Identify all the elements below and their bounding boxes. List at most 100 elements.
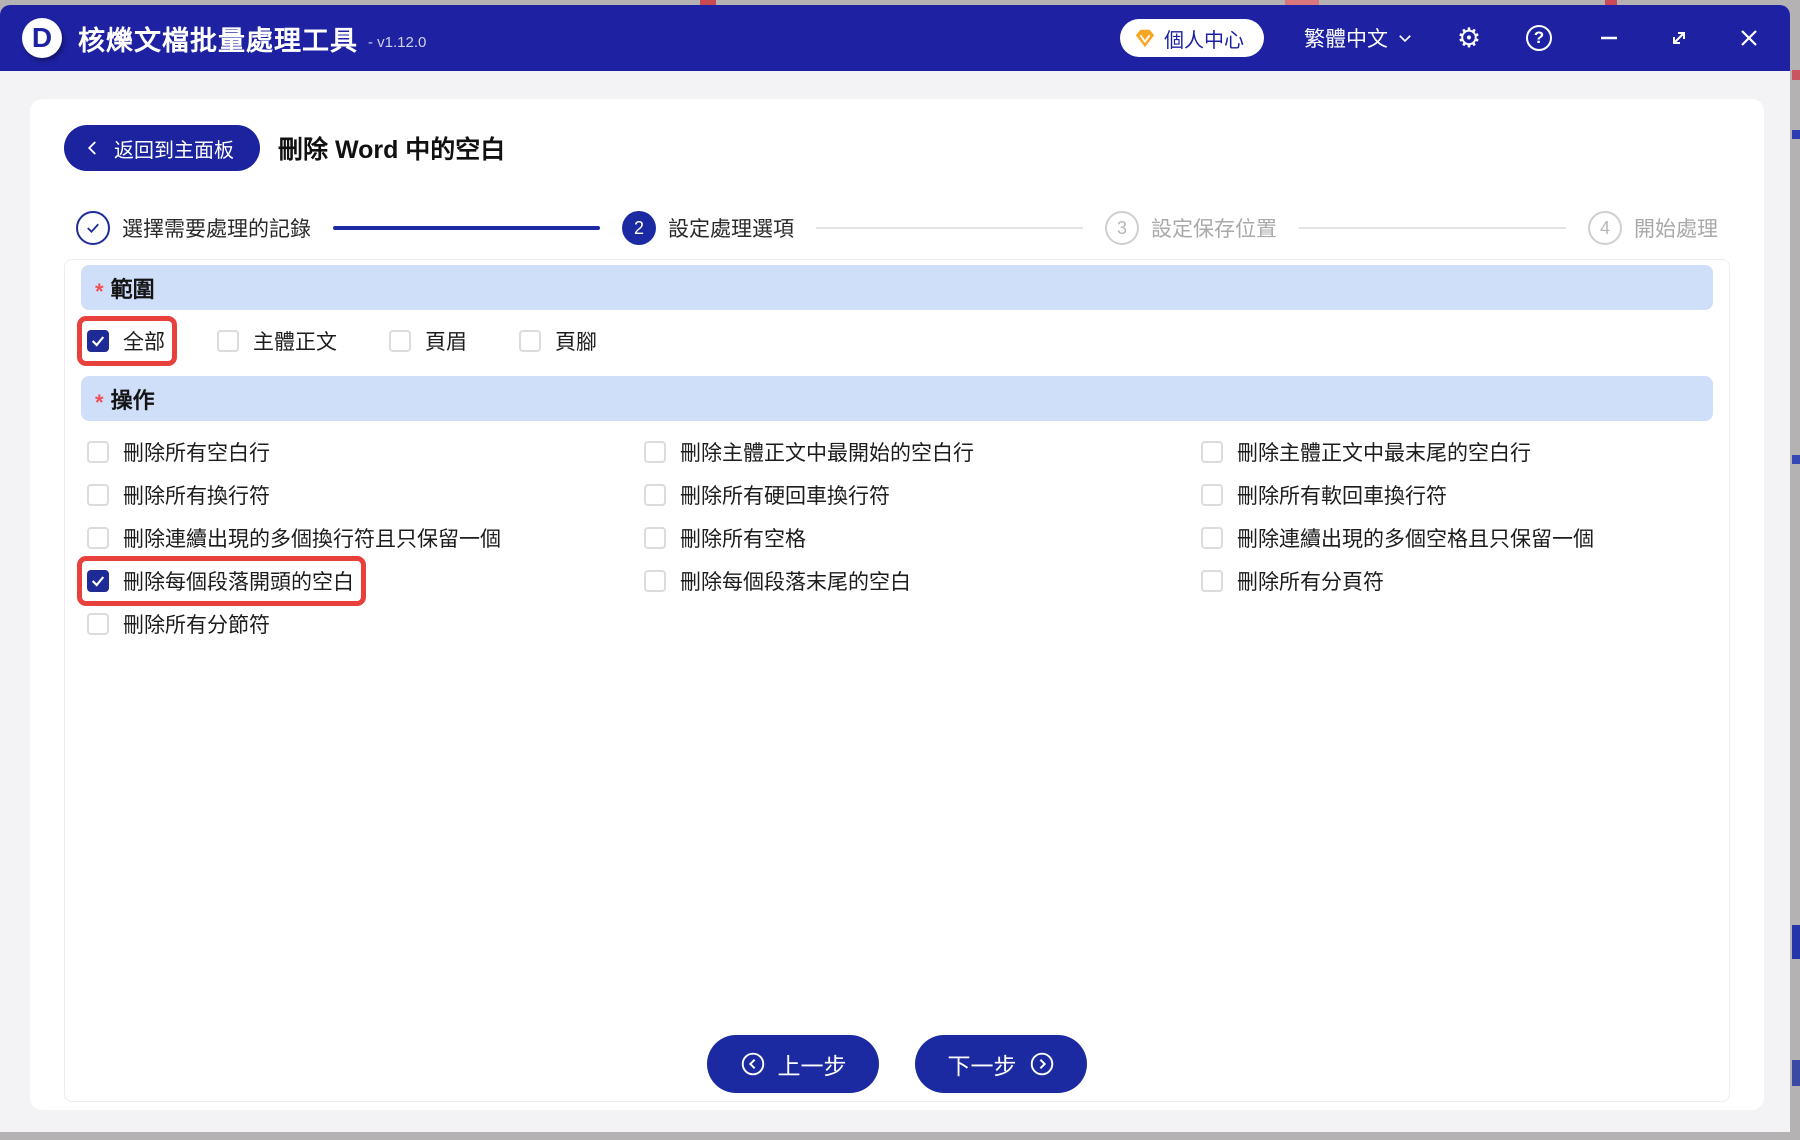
- circle-chevron-right-icon: [1029, 1051, 1055, 1077]
- checkbox-unchecked-icon[interactable]: [644, 570, 666, 592]
- step-number: 2: [622, 211, 656, 245]
- op-delete-paragraph-trailing-whitespace[interactable]: 刪除每個段落末尾的空白: [644, 566, 911, 596]
- op-delete-all-blank-lines[interactable]: 刪除所有空白行: [87, 437, 270, 467]
- step-label: 開始處理: [1634, 213, 1718, 243]
- main-card: 返回到主面板 刪除 Word 中的空白 選擇需要處理的記錄 2 設定處理選項: [30, 99, 1764, 1110]
- step-connector: [816, 227, 1083, 229]
- step-label: 選擇需要處理的記錄: [122, 213, 311, 243]
- step-number: 4: [1588, 211, 1622, 245]
- maximize-button[interactable]: [1664, 23, 1694, 53]
- user-center-button[interactable]: 個人中心: [1120, 19, 1264, 57]
- operation-section-title: 操作: [111, 383, 155, 415]
- checkbox-unchecked-icon[interactable]: [87, 527, 109, 549]
- scope-section-title: 範圍: [111, 272, 155, 304]
- scope-option-body-text[interactable]: 主體正文: [217, 326, 337, 356]
- checkbox-unchecked-icon[interactable]: [644, 484, 666, 506]
- scope-option-all[interactable]: 全部: [87, 326, 165, 356]
- op-delete-trailing-blank-lines-body[interactable]: 刪除主體正文中最末尾的空白行: [1201, 437, 1531, 467]
- checkbox-unchecked-icon[interactable]: [1201, 441, 1223, 463]
- checkbox-unchecked-icon[interactable]: [519, 330, 541, 352]
- settings-gear-icon[interactable]: ⚙: [1454, 23, 1484, 53]
- checkbox-label: 刪除所有空格: [680, 523, 806, 553]
- app-logo-icon: D: [22, 18, 62, 58]
- desktop-edge-fleck: [1792, 455, 1800, 464]
- language-selector[interactable]: 繁體中文: [1304, 23, 1414, 53]
- desktop-edge-fleck: [1792, 70, 1800, 80]
- op-delete-leading-blank-lines-body[interactable]: 刪除主體正文中最開始的空白行: [644, 437, 974, 467]
- checkbox-unchecked-icon[interactable]: [87, 441, 109, 463]
- step-connector-done: [333, 226, 600, 230]
- step-connector: [1299, 227, 1566, 229]
- next-step-button[interactable]: 下一步: [915, 1035, 1087, 1093]
- checkbox-checked-icon[interactable]: [87, 570, 109, 592]
- options-panel: * 範圍 全部 主體正文 頁眉: [64, 259, 1730, 1102]
- checkbox-label: 刪除每個段落末尾的空白: [680, 566, 911, 596]
- checkbox-unchecked-icon[interactable]: [217, 330, 239, 352]
- titlebar: D 核爍文檔批量處理工具 - v1.12.0 個人中心 繁體中文: [0, 5, 1790, 71]
- checkbox-label: 刪除主體正文中最末尾的空白行: [1237, 437, 1531, 467]
- language-label: 繁體中文: [1304, 23, 1388, 53]
- operation-column-1: 刪除所有空白行 刪除所有換行符 刪除連續出現的多個換行符且只保留一個: [87, 437, 644, 639]
- vip-gem-icon: [1134, 27, 1156, 49]
- checkbox-unchecked-icon[interactable]: [1201, 484, 1223, 506]
- op-delete-paragraph-leading-whitespace[interactable]: 刪除每個段落開頭的空白: [87, 566, 354, 596]
- page-header: 返回到主面板 刪除 Word 中的空白: [64, 125, 1730, 171]
- user-center-label: 個人中心: [1164, 24, 1244, 53]
- checkbox-label: 刪除所有硬回車換行符: [680, 480, 890, 510]
- checkbox-label: 刪除所有換行符: [123, 480, 270, 510]
- scope-option-header[interactable]: 頁眉: [389, 326, 467, 356]
- checkbox-unchecked-icon[interactable]: [87, 484, 109, 506]
- checkbox-unchecked-icon[interactable]: [644, 527, 666, 549]
- help-icon[interactable]: ?: [1524, 23, 1554, 53]
- desktop-edge-fleck: [1792, 130, 1800, 139]
- checkbox-checked-icon[interactable]: [87, 330, 109, 352]
- checkbox-label: 刪除所有分節符: [123, 609, 270, 639]
- previous-step-button[interactable]: 上一步: [707, 1035, 879, 1093]
- op-collapse-multiple-spaces[interactable]: 刪除連續出現的多個空格且只保留一個: [1201, 523, 1594, 553]
- step-label: 設定處理選項: [668, 213, 794, 243]
- step-label: 設定保存位置: [1151, 213, 1277, 243]
- checkbox-label: 刪除所有軟回車換行符: [1237, 480, 1447, 510]
- op-delete-soft-return-breaks[interactable]: 刪除所有軟回車換行符: [1201, 480, 1447, 510]
- next-step-label: 下一步: [948, 1047, 1017, 1081]
- operation-section-header: * 操作: [81, 376, 1713, 421]
- operation-column-2: 刪除主體正文中最開始的空白行 刪除所有硬回車換行符 刪除所有空格 刪除每個段落末…: [644, 437, 1201, 639]
- scope-section-header: * 範圍: [81, 265, 1713, 310]
- checkbox-label: 刪除連續出現的多個空格且只保留一個: [1237, 523, 1594, 553]
- checkbox-unchecked-icon[interactable]: [389, 330, 411, 352]
- back-button-label: 返回到主面板: [114, 134, 234, 163]
- op-delete-all-page-breaks[interactable]: 刪除所有分頁符: [1201, 566, 1384, 596]
- scope-option-footer[interactable]: 頁腳: [519, 326, 597, 356]
- checkbox-label: 主體正文: [253, 326, 337, 356]
- op-delete-all-line-breaks[interactable]: 刪除所有換行符: [87, 480, 270, 510]
- app-title: 核爍文檔批量處理工具: [78, 19, 358, 58]
- op-delete-all-section-breaks[interactable]: 刪除所有分節符: [87, 609, 270, 639]
- step-indicator: 選擇需要處理的記錄 2 設定處理選項 3 設定保存位置 4 開始處理: [64, 211, 1730, 245]
- desktop-edge-fleck: [1792, 925, 1800, 959]
- required-asterisk: *: [95, 279, 104, 305]
- chevron-down-icon: [1396, 29, 1414, 47]
- app-version: - v1.12.0: [368, 34, 426, 51]
- checkbox-unchecked-icon[interactable]: [87, 613, 109, 635]
- checkbox-unchecked-icon[interactable]: [1201, 527, 1223, 549]
- app-window: D 核爍文檔批量處理工具 - v1.12.0 個人中心 繁體中文: [0, 5, 1790, 1132]
- checkbox-label: 全部: [123, 326, 165, 356]
- step-3-save-location: 3 設定保存位置: [1105, 211, 1277, 245]
- page-title: 刪除 Word 中的空白: [278, 130, 505, 166]
- op-delete-hard-return-breaks[interactable]: 刪除所有硬回車換行符: [644, 480, 890, 510]
- op-collapse-multiple-line-breaks[interactable]: 刪除連續出現的多個換行符且只保留一個: [87, 523, 501, 553]
- checkbox-label: 刪除每個段落開頭的空白: [123, 566, 354, 596]
- back-to-dashboard-button[interactable]: 返回到主面板: [64, 125, 260, 171]
- checkbox-unchecked-icon[interactable]: [644, 441, 666, 463]
- close-button[interactable]: [1734, 23, 1764, 53]
- previous-step-label: 上一步: [778, 1047, 847, 1081]
- minimize-button[interactable]: [1594, 23, 1624, 53]
- desktop-edge-fleck: [1792, 1060, 1800, 1086]
- circle-chevron-left-icon: [740, 1051, 766, 1077]
- required-asterisk: *: [95, 390, 104, 416]
- checkbox-unchecked-icon[interactable]: [1201, 570, 1223, 592]
- op-delete-all-spaces[interactable]: 刪除所有空格: [644, 523, 806, 553]
- step-done-check-icon: [76, 211, 110, 245]
- step-number: 3: [1105, 211, 1139, 245]
- chevron-left-icon: [84, 139, 102, 157]
